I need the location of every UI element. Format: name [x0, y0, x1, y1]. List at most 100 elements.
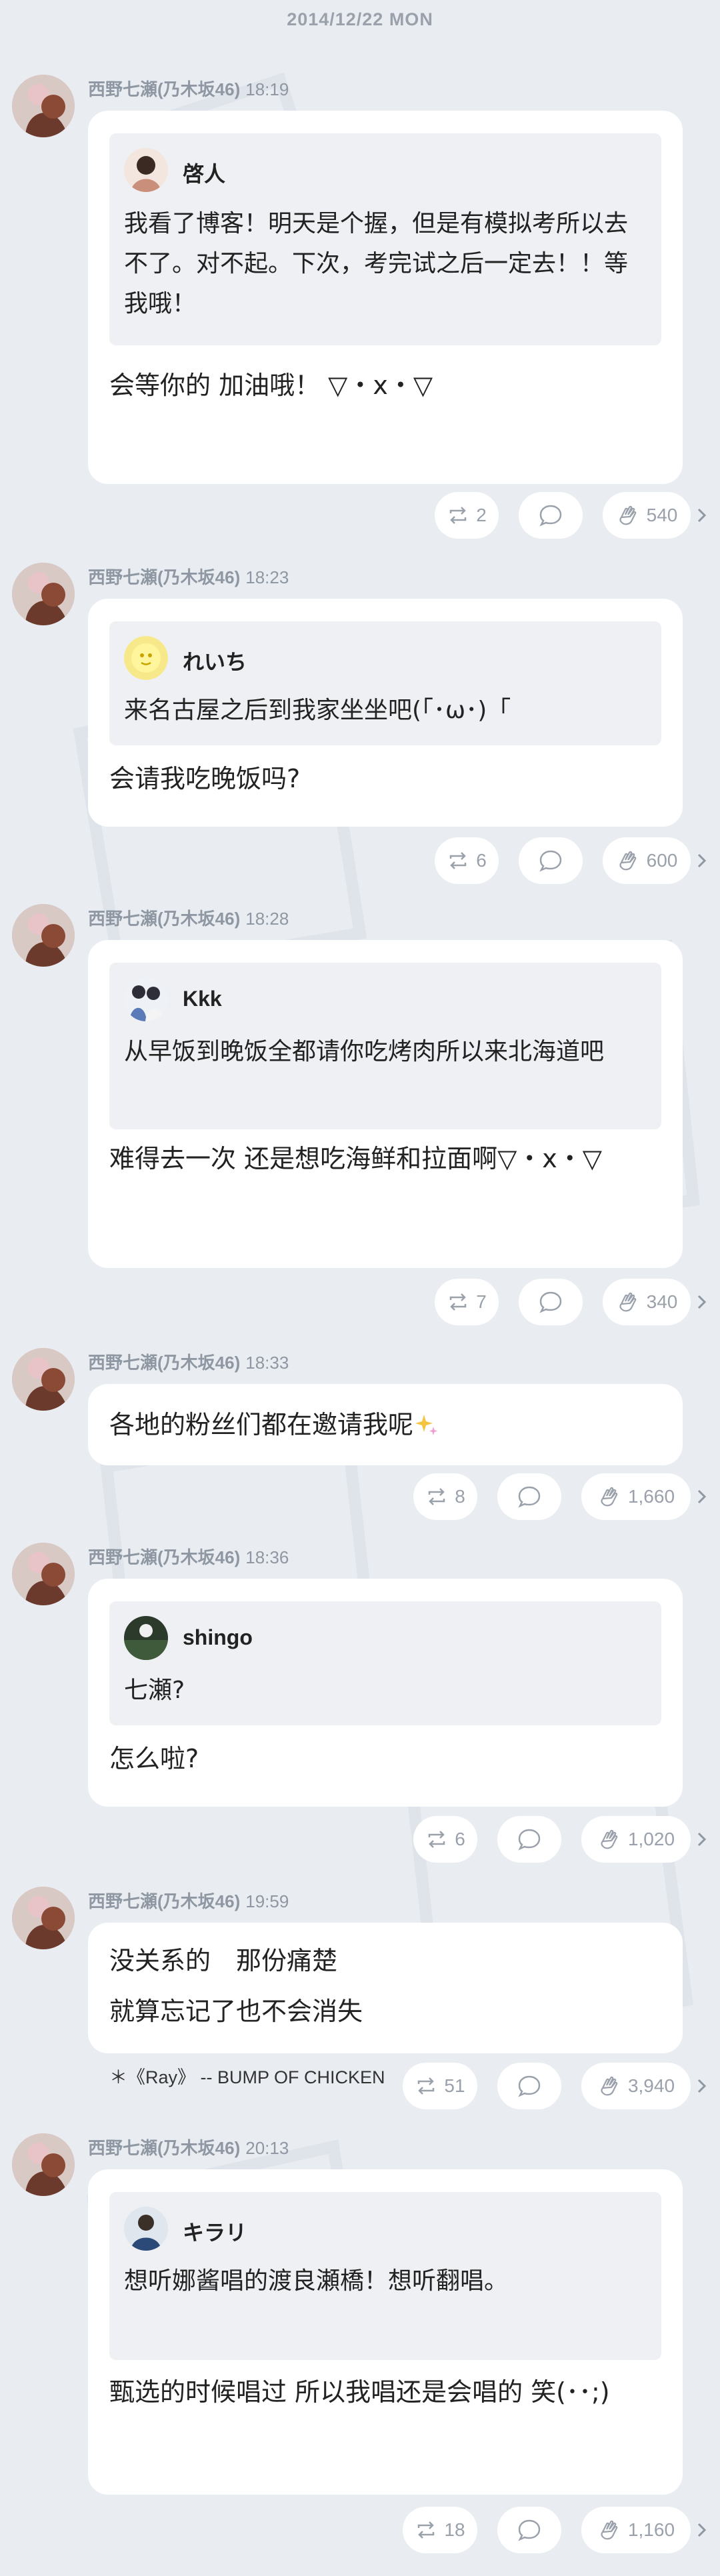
comment-button[interactable] [497, 2507, 561, 2553]
post-time: 20:13 [245, 2138, 289, 2158]
repost-count: 18 [444, 2519, 465, 2540]
repost-count: 51 [444, 2075, 465, 2096]
clap-count: 1,020 [627, 1829, 675, 1849]
fan-name: キラリ [183, 2221, 247, 2245]
comment-button[interactable] [497, 2063, 561, 2109]
author-avatar[interactable] [12, 2133, 75, 2196]
post-time: 18:33 [245, 1353, 289, 1373]
post-actions: 7 340 [435, 1279, 707, 1325]
chevron-right-icon[interactable] [691, 504, 713, 527]
clap-count: 1,660 [627, 1486, 675, 1507]
clap-button[interactable]: 600 [603, 837, 691, 884]
chevron-right-icon[interactable] [691, 849, 713, 872]
comment-button[interactable] [497, 1816, 561, 1863]
message-text-content: 各地的粉丝们都在邀请我呢 [109, 1410, 414, 1439]
clap-icon [619, 505, 636, 525]
message-bubble: 没关系的 那份痛楚 就算忘记了也不会消失 [88, 1923, 683, 2053]
post-meta: 西野七瀬(乃木坂46) 18:36 [88, 1544, 289, 1569]
chevron-right-icon[interactable] [691, 1291, 713, 1313]
fan-message: 想听娜酱唱的渡良瀬橋！想听翻唱。 [124, 2267, 509, 2295]
comment-button[interactable] [519, 837, 583, 884]
message-line: 没关系的 那份痛楚 [109, 1946, 338, 1975]
clap-icon [619, 851, 636, 871]
author-avatar[interactable] [12, 75, 75, 137]
author-avatar[interactable] [12, 1543, 75, 1605]
reply-text: 会请我吃晚饭吗? [109, 764, 301, 793]
fan-message: 从早饭到晚饭全都请你吃烤肉所以来北海道吧 [124, 1038, 605, 1065]
post-time: 19:59 [245, 1891, 289, 1911]
repost-button[interactable]: 51 [403, 2063, 477, 2109]
repost-icon [418, 2521, 435, 2539]
comment-icon [518, 2075, 541, 2097]
chevron-right-icon[interactable] [691, 2075, 713, 2097]
repost-button[interactable]: 6 [413, 1816, 477, 1863]
repost-icon [449, 507, 467, 524]
author-name: 西野七瀬(乃木坂46) [88, 909, 241, 929]
clap-icon [601, 2520, 618, 2540]
post-actions: 51 3,940 [403, 2063, 707, 2109]
quoted-message: キラリ 想听娜酱唱的渡良瀬橋！想听翻唱。 [109, 2192, 661, 2360]
quoted-message: 啓人 我看了博客！明天是个握，但是有模拟考所以去不了。对不起。下次，考完试之后一… [109, 133, 661, 345]
lyric-credit: ＊《Ray》 -- BUMP OF CHICKEN [109, 2067, 385, 2087]
comment-button[interactable] [519, 1279, 583, 1325]
clap-button[interactable]: 1,020 [581, 1816, 691, 1863]
repost-button[interactable]: 18 [403, 2507, 477, 2553]
repost-icon [428, 1831, 445, 1848]
repost-button[interactable]: 2 [435, 492, 499, 539]
clap-count: 540 [646, 505, 678, 525]
comment-button[interactable] [497, 1473, 561, 1520]
quoted-message: れいち 来名古屋之后到我家坐坐吧(「･ω･)「 [109, 621, 661, 745]
reply-text: 会等你的 加油哦！ ▽・x・▽ [109, 371, 433, 400]
message-text: 没关系的 那份痛楚 就算忘记了也不会消失 [109, 1935, 669, 2037]
clap-icon [601, 1829, 618, 1849]
chevron-right-icon[interactable] [691, 2519, 713, 2541]
chevron-right-icon[interactable] [691, 1828, 713, 1851]
repost-count: 8 [455, 1486, 465, 1507]
clap-button[interactable]: 1,660 [581, 1473, 691, 1520]
repost-button[interactable]: 7 [435, 1279, 499, 1325]
comment-icon [539, 505, 562, 527]
clap-button[interactable]: 540 [603, 492, 691, 539]
clap-icon [601, 1487, 618, 1507]
comment-icon [518, 1829, 541, 1851]
author-avatar[interactable] [12, 904, 75, 967]
message-bubble: れいち 来名古屋之后到我家坐坐吧(「･ω･)「 会请我吃晚饭吗? [88, 599, 683, 827]
clap-button[interactable]: 1,160 [581, 2507, 691, 2553]
date-header: 2014/12/22 MON [287, 9, 433, 29]
repost-count: 6 [455, 1829, 465, 1849]
repost-count: 7 [476, 1291, 487, 1312]
fan-avatar [124, 148, 168, 192]
post-actions: 8 1,660 [413, 1473, 707, 1520]
author-avatar[interactable] [12, 1348, 75, 1411]
comment-icon [518, 2519, 541, 2541]
post-time: 18:19 [245, 79, 289, 99]
fan-avatar [124, 636, 168, 680]
post-meta: 西野七瀬(乃木坂46) 18:19 [88, 76, 289, 101]
clap-icon [619, 1292, 636, 1312]
message-line: 就算忘记了也不会消失 [109, 1997, 363, 2026]
message-bubble: shingo 七瀬? 怎么啦? [88, 1579, 683, 1807]
post-meta: 西野七瀬(乃木坂46) 18:23 [88, 564, 289, 589]
author-name: 西野七瀬(乃木坂46) [88, 1891, 241, 1911]
clap-button[interactable]: 3,940 [581, 2063, 691, 2109]
post-actions: 6 600 [435, 837, 707, 884]
post-actions: 18 1,160 [403, 2507, 707, 2553]
fan-avatar [124, 1616, 168, 1660]
post-time: 18:23 [245, 567, 289, 587]
comment-icon [539, 1291, 562, 1313]
repost-button[interactable]: 8 [413, 1473, 477, 1520]
author-name: 西野七瀬(乃木坂46) [88, 1547, 241, 1567]
fan-name: 啓人 [183, 162, 226, 186]
author-name: 西野七瀬(乃木坂46) [88, 79, 241, 99]
comment-button[interactable] [519, 492, 583, 539]
clap-button[interactable]: 340 [603, 1279, 691, 1325]
author-avatar[interactable] [12, 563, 75, 625]
fan-message: 七瀬? [124, 1677, 185, 1704]
chevron-right-icon[interactable] [691, 1485, 713, 1508]
post-meta: 西野七瀬(乃木坂46) 19:59 [88, 1888, 289, 1913]
author-avatar[interactable] [12, 1887, 75, 1949]
clap-count: 600 [646, 850, 678, 871]
post-actions: 2 540 [435, 492, 707, 539]
reply-text: 甄选的时候唱过 所以我唱还是会唱的 笑(･･;) [109, 2377, 610, 2407]
repost-button[interactable]: 6 [435, 837, 499, 884]
